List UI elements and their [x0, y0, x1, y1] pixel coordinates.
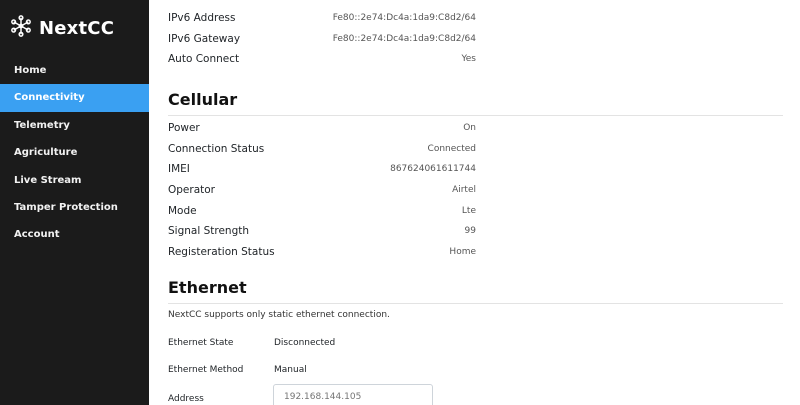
info-value: —: [467, 0, 476, 2]
info-row: Connection Status Connected: [168, 140, 476, 158]
main-content: IPv4 DNS — IPv6 Address Fe80::2e74:Dc4a:…: [149, 0, 800, 405]
brand-name: NextCC: [39, 17, 115, 39]
cellular-section-title: Cellular: [168, 90, 238, 109]
sidebar-nav: Home Connectivity Telemetry Agriculture …: [0, 57, 149, 249]
ethernet-state-label: Ethernet State: [168, 338, 234, 348]
ethernet-section-title: Ethernet: [168, 278, 247, 297]
section-divider: [168, 115, 783, 116]
info-row: IPv6 Gateway Fe80::2e74:Dc4a:1da9:C8d2/6…: [168, 30, 476, 48]
section-divider: [168, 303, 783, 304]
info-row-clipped: IPv4 DNS —: [168, 0, 476, 6]
ethernet-method-value: Manual: [274, 365, 307, 375]
info-label: Connection Status: [168, 143, 265, 155]
info-label: Operator: [168, 184, 215, 196]
info-value: Fe80::2e74:Dc4a:1da9:C8d2/64: [332, 13, 476, 23]
info-row: Power On: [168, 119, 476, 137]
sidebar-item-account[interactable]: Account: [0, 221, 149, 248]
info-row: IMEI 867624061611744: [168, 160, 476, 178]
info-label: IPv6 Gateway: [168, 33, 241, 45]
info-label: Registeration Status: [168, 246, 275, 258]
info-value: 99: [464, 226, 476, 236]
info-value: Lte: [461, 206, 476, 216]
info-row: Registeration Status Home: [168, 243, 476, 261]
sidebar-item-connectivity[interactable]: Connectivity: [0, 84, 149, 112]
sidebar-item-agriculture[interactable]: Agriculture: [0, 139, 149, 166]
ethernet-note: NextCC supports only static ethernet con…: [168, 310, 390, 320]
info-value: Airtel: [452, 185, 476, 195]
info-value: Connected: [427, 144, 476, 154]
info-label: IPv4 DNS: [168, 0, 216, 3]
ethernet-state-row: Ethernet State Disconnected: [168, 334, 468, 352]
info-row: Signal Strength 99: [168, 222, 476, 240]
info-value: Home: [449, 247, 476, 257]
brand[interactable]: NextCC: [10, 14, 114, 42]
address-label: Address: [168, 394, 204, 404]
sidebar-item-home[interactable]: Home: [0, 57, 149, 84]
info-label: Power: [168, 122, 200, 134]
ethernet-state-value: Disconnected: [274, 338, 336, 348]
info-row: Mode Lte: [168, 202, 476, 220]
info-label: IPv6 Address: [168, 12, 236, 24]
info-value: Fe80::2e74:Dc4a:1da9:C8d2/64: [332, 34, 476, 44]
sidebar-item-live-stream[interactable]: Live Stream: [0, 167, 149, 194]
sidebar: NextCC Home Connectivity Telemetry Agric…: [0, 0, 149, 405]
ethernet-method-row: Ethernet Method Manual: [168, 361, 468, 379]
info-label: Mode: [168, 205, 197, 217]
info-label: Signal Strength: [168, 225, 250, 237]
info-row: Operator Airtel: [168, 181, 476, 199]
info-value: 867624061611744: [390, 164, 476, 174]
info-value: On: [463, 123, 476, 133]
info-row: IPv6 Address Fe80::2e74:Dc4a:1da9:C8d2/6…: [168, 9, 476, 27]
sidebar-item-telemetry[interactable]: Telemetry: [0, 112, 149, 139]
network-node-icon: [10, 15, 32, 41]
sidebar-item-tamper-protection[interactable]: Tamper Protection: [0, 194, 149, 221]
info-row: Auto Connect Yes: [168, 50, 476, 68]
info-label: IMEI: [168, 163, 190, 175]
address-input[interactable]: [273, 384, 433, 405]
ethernet-method-label: Ethernet Method: [168, 365, 244, 375]
info-value: Yes: [461, 54, 476, 64]
info-label: Auto Connect: [168, 53, 240, 65]
